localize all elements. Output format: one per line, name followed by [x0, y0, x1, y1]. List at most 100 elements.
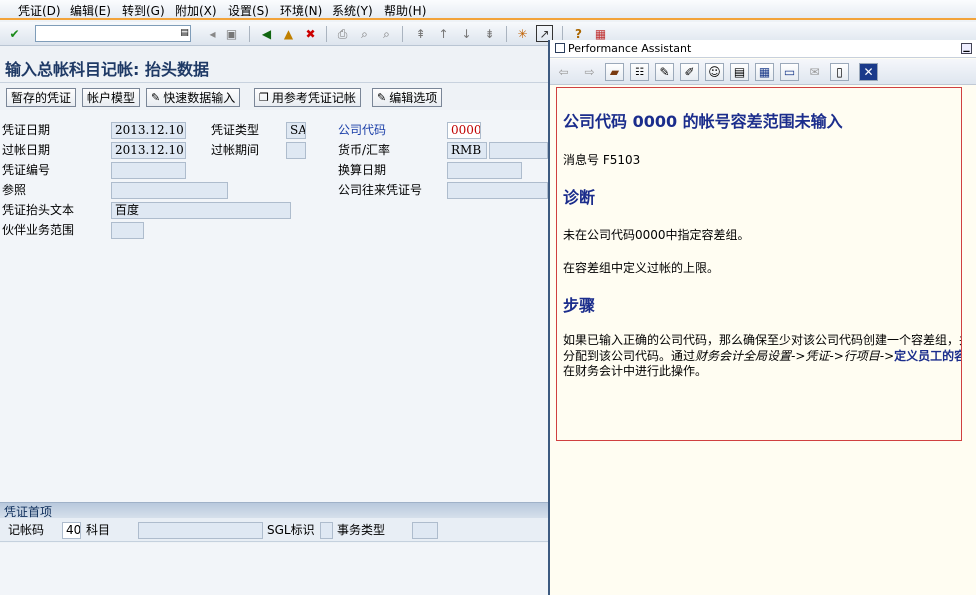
page-icon[interactable]: ▯ — [830, 63, 849, 81]
last-page-icon[interactable]: ⇟ — [481, 25, 498, 42]
editing-options-label: 编辑选项 — [389, 91, 438, 105]
period-field[interactable] — [286, 142, 306, 159]
menu-goto[interactable]: 转到(G) — [122, 2, 165, 19]
doc-type-label: 凭证类型 — [211, 123, 260, 137]
post-with-reference-label: 用参考凭证记帐 — [271, 91, 356, 105]
held-document-button[interactable]: 暂存的凭证 — [6, 88, 77, 107]
command-dropdown-icon[interactable]: ◂ — [204, 25, 221, 42]
prev-page-icon[interactable]: ↑ — [435, 25, 452, 42]
account-field[interactable] — [138, 522, 263, 539]
find-next-icon[interactable]: ⌕ — [378, 25, 395, 42]
intercompany-label: 公司往来凭证号 — [338, 183, 423, 197]
first-line-item-area: 记帐码 40 科目 SGL标识 事务类型 — [0, 518, 548, 542]
exit-icon[interactable]: ▲ — [280, 25, 297, 42]
translation-date-label: 换算日期 — [338, 163, 387, 177]
header-form: 凭证日期 2013.12.10 凭证类型 SA 公司代码 0000 过帐日期 2… — [0, 110, 548, 505]
new-session-icon[interactable]: ✳ — [514, 25, 531, 42]
procedure-line-3: 在财务会计中进行此操作。 — [563, 364, 708, 378]
copy-icon: ❐ — [259, 91, 269, 104]
doc-date-label: 凭证日期 — [2, 123, 51, 137]
find-icon[interactable]: ⌕ — [356, 25, 373, 42]
procedure-line-1: 如果已输入正确的公司代码，那么确保至少对该公司代码创建一个容差组，并且 — [563, 333, 962, 347]
technical-info-icon[interactable]: ☷ — [630, 63, 649, 81]
doc-type-field[interactable]: SA — [286, 122, 306, 139]
menu-settings[interactable]: 设置(S) — [228, 2, 269, 19]
user-icon[interactable]: ☺ — [705, 63, 724, 81]
book-icon[interactable]: ▰ — [605, 63, 624, 81]
partner-ba-field[interactable] — [111, 222, 144, 239]
assistant-title-bar: Performance Assistant ▁ — [550, 40, 976, 58]
title-divider — [0, 82, 548, 83]
assistant-content: 公司代码 0000 的帐号容差范围未输入 消息号 F5103 诊断 未在公司代码… — [556, 87, 962, 441]
bookmark-icon[interactable]: ▭ — [780, 63, 799, 81]
procedure-title: 步骤 — [563, 296, 596, 315]
menu-edit[interactable]: 编辑(E) — [70, 2, 111, 19]
comment-icon[interactable]: ✐ — [680, 63, 699, 81]
message-number: 消息号 F5103 — [563, 153, 641, 167]
message-heading: 公司代码 0000 的帐号容差范围未输入 — [563, 112, 843, 131]
window-icon-btn[interactable]: ▦ — [755, 63, 774, 81]
currency-label: 货币/汇率 — [338, 143, 391, 157]
first-page-icon[interactable]: ⇞ — [412, 25, 429, 42]
translation-date-field[interactable] — [447, 162, 522, 179]
print-doc-icon[interactable]: ▤ — [730, 63, 749, 81]
diagnosis-line-1: 未在公司代码0000中指定容差组。 — [563, 228, 750, 242]
bottom-empty-area — [0, 543, 548, 595]
period-label: 过帐期间 — [211, 143, 260, 157]
next-page-icon[interactable]: ↓ — [458, 25, 475, 42]
page-title: 输入总帐科目记帐: 抬头数据 — [5, 60, 209, 79]
editing-options-button[interactable]: ✎ 编辑选项 — [372, 88, 443, 107]
menu-system[interactable]: 系统(Y) — [332, 2, 373, 19]
performance-assistant-window: Performance Assistant ▁ ⇦ ⇨ ▰ ☷ ✎ ✐ ☺ ▤ … — [548, 40, 976, 595]
posting-key-label: 记帐码 — [8, 523, 45, 537]
posting-key-field[interactable]: 40 — [62, 522, 81, 539]
currency-field[interactable]: RMB — [447, 142, 487, 159]
post-with-reference-button[interactable]: ❐ 用参考凭证记帐 — [254, 88, 361, 107]
trans-type-label: 事务类型 — [337, 523, 386, 537]
menu-document[interactable]: 凭证(D) — [18, 2, 61, 19]
back-icon[interactable]: ◀ — [258, 25, 275, 42]
intercompany-field[interactable] — [447, 182, 548, 199]
menu-help[interactable]: 帮助(H) — [384, 2, 426, 19]
account-model-button[interactable]: 帐户模型 — [82, 88, 141, 107]
header-text-field[interactable]: 百度 — [111, 202, 291, 219]
ok-check-icon[interactable]: ✔ — [6, 25, 23, 42]
command-field[interactable] — [35, 25, 191, 42]
trans-type-field[interactable] — [412, 522, 438, 539]
save-icon[interactable]: ▣ — [223, 25, 240, 42]
exchange-rate-field[interactable] — [489, 142, 548, 159]
diagnosis-line-2: 在容差组中定义过帐的上限。 — [563, 261, 720, 275]
company-code-field[interactable]: 0000 — [447, 122, 481, 139]
inactive-icon: ✉ — [809, 65, 820, 79]
posting-date-field[interactable]: 2013.12.10 — [111, 142, 186, 159]
menu-path: 财务会计全局设置->凭证->行项目-> — [695, 349, 895, 363]
company-code-label: 公司代码 — [338, 123, 387, 137]
edit-icon[interactable]: ✎ — [655, 63, 674, 81]
minimize-icon[interactable]: ▁ — [961, 43, 972, 54]
menu-environment[interactable]: 环境(N) — [280, 2, 322, 19]
posting-date-label: 过帐日期 — [2, 143, 51, 157]
define-tolerance-groups-link[interactable]: 定义员工的容差组 — [894, 349, 961, 363]
menu-extras[interactable]: 附加(X) — [175, 2, 217, 19]
reference-field[interactable] — [111, 182, 228, 199]
fast-entry-button[interactable]: ✎ 快速数据输入 — [146, 88, 241, 107]
sgl-field[interactable] — [320, 522, 333, 539]
forward-arrow-icon[interactable]: ⇨ — [580, 63, 599, 81]
header-text-label: 凭证抬头文本 — [2, 203, 75, 217]
print-icon[interactable]: ⎙ — [334, 25, 351, 42]
cancel-icon[interactable]: ✖ — [302, 25, 319, 42]
application-toolbar: 暂存的凭证 帐户模型 ✎ 快速数据输入 ❐ 用参考凭证记帐 ✎ 编辑选项 — [0, 85, 548, 109]
close-icon[interactable]: ✕ — [859, 63, 878, 81]
menu-bar: 凭证(D) 编辑(E) 转到(G) 附加(X) 设置(S) 环境(N) 系统(Y… — [0, 0, 976, 20]
assistant-toolbar: ⇦ ⇨ ▰ ☷ ✎ ✐ ☺ ▤ ▦ ▭ ✉ ▯ ✕ — [550, 59, 976, 85]
tab-first-line-item[interactable]: 凭证首项 — [0, 502, 548, 519]
doc-date-field[interactable]: 2013.12.10 — [111, 122, 186, 139]
partner-ba-label: 伙伴业务范围 — [2, 223, 75, 237]
doc-number-label: 凭证编号 — [2, 163, 51, 177]
diagnosis-title: 诊断 — [563, 188, 596, 207]
back-arrow-icon[interactable]: ⇦ — [554, 63, 573, 81]
reference-label: 参照 — [2, 183, 27, 197]
command-history-icon[interactable]: ▤ — [176, 25, 193, 42]
fast-entry-icon: ✎ — [151, 91, 161, 104]
doc-number-field[interactable] — [111, 162, 186, 179]
